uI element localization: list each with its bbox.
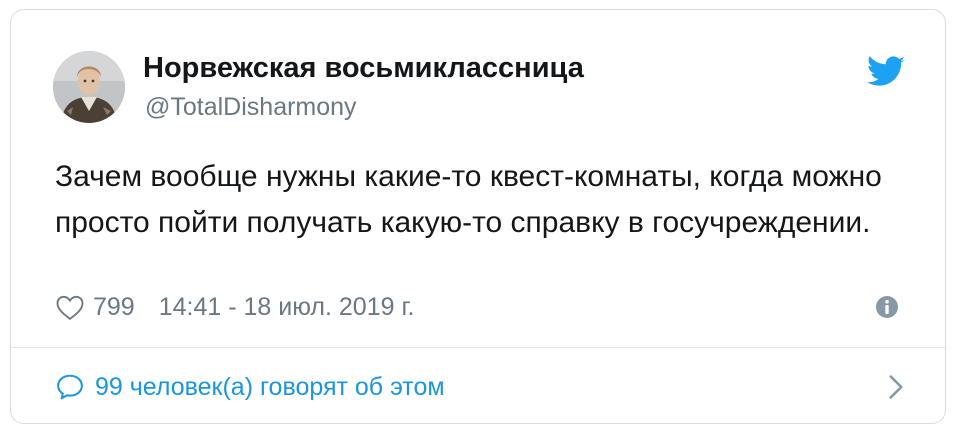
divider bbox=[11, 347, 945, 348]
like-count[interactable]: 799 bbox=[93, 293, 135, 322]
user-handle[interactable]: @TotalDisharmony bbox=[145, 93, 357, 122]
display-name[interactable]: Норвежская восьмиклассница bbox=[143, 52, 584, 85]
speech-bubble-icon bbox=[57, 374, 83, 400]
conversation-link[interactable]: 99 человек(а) говорят об этом bbox=[55, 370, 905, 404]
info-icon[interactable] bbox=[875, 295, 899, 319]
avatar[interactable] bbox=[53, 51, 125, 123]
conversation-count[interactable]: 99 человек(а) говорят об этом bbox=[95, 373, 445, 402]
twitter-bird-icon[interactable] bbox=[867, 56, 905, 88]
chevron-right-icon[interactable] bbox=[887, 374, 905, 400]
tweet-meta: 799 14:41 - 18 июл. 2019 г. bbox=[55, 290, 414, 324]
tweet-text: Зачем вообще нужны какие-то квест-комнат… bbox=[55, 160, 882, 239]
heart-icon[interactable] bbox=[55, 293, 85, 321]
avatar-image bbox=[53, 51, 125, 123]
tweet-card: Норвежская восьмиклассница @TotalDisharm… bbox=[10, 9, 946, 424]
timestamp[interactable]: 14:41 - 18 июл. 2019 г. bbox=[159, 293, 415, 322]
